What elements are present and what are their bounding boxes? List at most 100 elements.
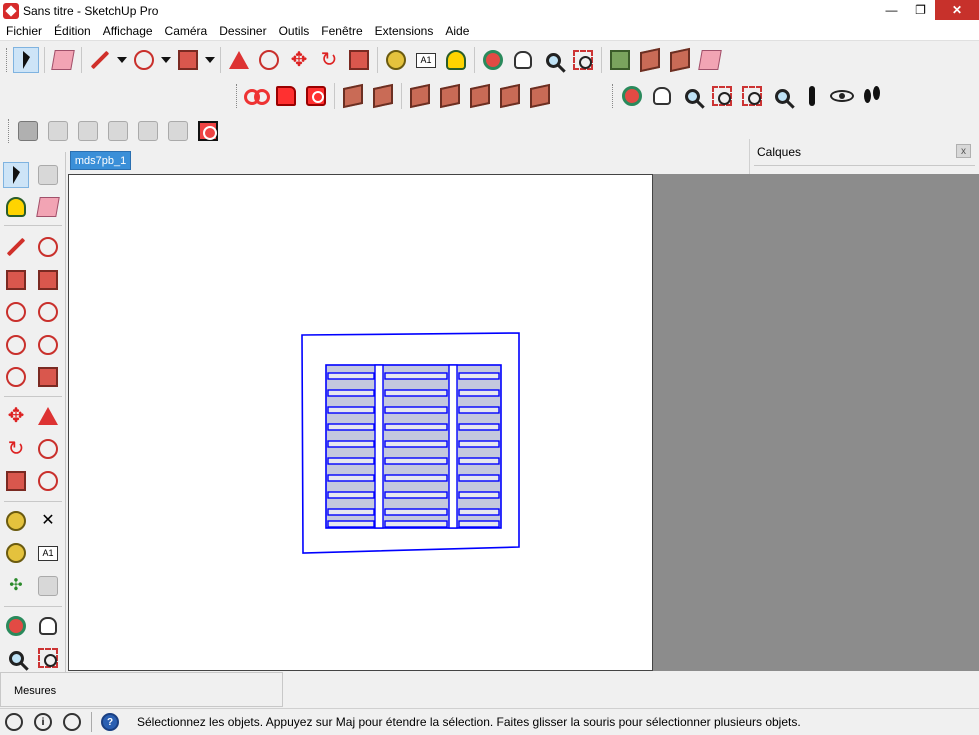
toolbar-grip[interactable] [8, 119, 11, 143]
push-pull-button[interactable] [226, 47, 252, 73]
stamp-button[interactable] [437, 83, 463, 109]
3-point-arc-button[interactable] [3, 364, 29, 390]
protractor-tool-button[interactable] [3, 540, 29, 566]
menu-aide[interactable]: Aide [445, 24, 469, 38]
create-camera-button[interactable] [15, 118, 41, 144]
zoom-button-2[interactable] [679, 83, 705, 109]
rotated-rectangle-button[interactable] [35, 267, 61, 293]
scale-tool-button[interactable] [346, 47, 372, 73]
look-through-camera-button[interactable] [45, 118, 71, 144]
polygon-tool-button[interactable] [35, 299, 61, 325]
help-icon[interactable]: ? [101, 713, 119, 731]
look-around-button[interactable] [829, 83, 855, 109]
rectangle-tool-button[interactable] [175, 47, 201, 73]
circle-tool-button[interactable] [3, 299, 29, 325]
menu-dessiner[interactable]: Dessiner [219, 24, 266, 38]
position-camera-button[interactable] [799, 83, 825, 109]
zoom-window-button-left[interactable] [35, 645, 61, 671]
drape-button[interactable] [467, 83, 493, 109]
tape-measure-button[interactable] [383, 47, 409, 73]
layout-send-button[interactable] [697, 47, 723, 73]
scene-tab[interactable]: mds7pb_1 [70, 151, 131, 170]
pan-tool-button-left[interactable] [35, 613, 61, 639]
zoom-extents-button[interactable] [570, 47, 596, 73]
tape-measure-button-left[interactable] [3, 508, 29, 534]
menu-affichage[interactable]: Affichage [103, 24, 153, 38]
text-tool-button-left[interactable]: A1 [35, 540, 61, 566]
line-tool-button[interactable] [87, 47, 113, 73]
push-pull-button-left[interactable] [35, 403, 61, 429]
zoom-window-button[interactable] [709, 83, 735, 109]
previous-view-button[interactable] [769, 83, 795, 109]
menu-extensions[interactable]: Extensions [375, 24, 434, 38]
toolbar-grip[interactable] [236, 84, 239, 108]
walk-button[interactable] [859, 83, 885, 109]
move-tool-button-left[interactable]: ✥ [3, 403, 29, 429]
rotate-tool-button-left[interactable]: ↻ [3, 436, 29, 462]
open-folder-button[interactable] [273, 83, 299, 109]
sandbox-scratch-button[interactable] [370, 83, 396, 109]
warehouse-button[interactable] [607, 47, 633, 73]
menu-camera[interactable]: Caméra [165, 24, 208, 38]
follow-me-button-left[interactable] [35, 436, 61, 462]
show-frustum-lines-button[interactable] [135, 118, 161, 144]
orbit-tool-button-left[interactable] [3, 613, 29, 639]
pie-tool-button[interactable] [35, 364, 61, 390]
freehand-button[interactable] [35, 234, 61, 260]
menu-edition[interactable]: Édition [54, 24, 91, 38]
3d-text-button[interactable] [35, 573, 61, 599]
text-tool-button[interactable]: A1 [413, 47, 439, 73]
menu-fenetre[interactable]: Fenêtre [321, 24, 362, 38]
dimension-tool-button[interactable]: ✕ [35, 508, 61, 534]
zoom-tool-button-left[interactable] [3, 645, 29, 671]
minimize-button[interactable]: — [877, 0, 906, 20]
close-button[interactable]: ✕ [935, 0, 979, 20]
toolbar-grip[interactable] [612, 84, 615, 108]
shape-tool-dropdown[interactable] [205, 47, 215, 73]
orbit-button-2[interactable] [619, 83, 645, 109]
measurements-input[interactable] [129, 683, 279, 699]
extension-warehouse-button[interactable] [667, 47, 693, 73]
add-detail-button[interactable] [497, 83, 523, 109]
camera-button[interactable] [303, 83, 329, 109]
make-component-button[interactable] [35, 162, 61, 188]
arc-tool-button-left[interactable] [3, 332, 29, 358]
offset-tool-button[interactable] [35, 468, 61, 494]
geo-location-icon[interactable] [5, 713, 23, 731]
rotate-tool-button[interactable]: ↻ [316, 47, 342, 73]
3d-warehouse-button[interactable] [637, 47, 663, 73]
rectangle-tool-button-left[interactable] [3, 267, 29, 293]
follow-me-button[interactable] [256, 47, 282, 73]
paint-bucket-button[interactable] [443, 47, 469, 73]
line-tool-dropdown[interactable] [117, 47, 127, 73]
model-canvas[interactable] [69, 175, 653, 671]
menu-outils[interactable]: Outils [279, 24, 310, 38]
flip-edge-button[interactable] [527, 83, 553, 109]
pan-button-2[interactable] [649, 83, 675, 109]
paint-bucket-button-left[interactable] [3, 194, 29, 220]
arc-tool-button[interactable] [131, 47, 157, 73]
zoom-extents-button-2[interactable] [739, 83, 765, 109]
menu-fichier[interactable]: Fichier [6, 24, 42, 38]
sandbox-contours-button[interactable] [340, 83, 366, 109]
scale-tool-button-left[interactable] [3, 468, 29, 494]
toolbar-grip[interactable] [6, 48, 9, 72]
credits-icon[interactable]: i [34, 713, 52, 731]
eraser-tool-button[interactable] [50, 47, 76, 73]
layers-panel-title[interactable]: Calques [757, 145, 801, 159]
pan-tool-button[interactable] [510, 47, 536, 73]
layers-close-button[interactable]: x [956, 144, 971, 158]
smoove-button[interactable] [407, 83, 433, 109]
reset-camera-button[interactable] [105, 118, 131, 144]
new-scene-button[interactable] [243, 83, 270, 109]
orbit-tool-button[interactable] [480, 47, 506, 73]
eraser-button-left[interactable] [35, 194, 61, 220]
camera-properties-button[interactable] [75, 118, 101, 144]
line-tool-button-left[interactable] [3, 234, 29, 260]
2-point-arc-button[interactable] [35, 332, 61, 358]
user-account-icon[interactable] [63, 713, 81, 731]
select-tool-button-left[interactable] [3, 162, 29, 188]
axes-tool-button[interactable]: ✣ [3, 573, 29, 599]
zoom-tool-button[interactable] [540, 47, 566, 73]
hide-cameras-button[interactable] [195, 118, 221, 144]
